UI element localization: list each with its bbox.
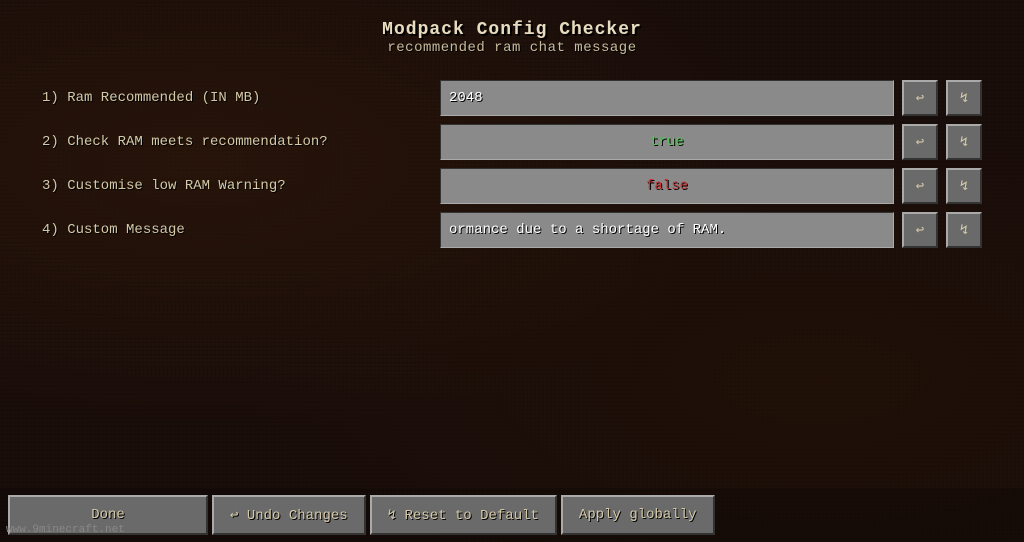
label-check-ram: 2) Check RAM meets recommendation? <box>42 134 432 150</box>
apply-globally-button[interactable]: Apply globally <box>561 495 715 535</box>
reset-btn-customise[interactable]: ↯ <box>946 168 982 204</box>
reset-btn-check[interactable]: ↯ <box>946 124 982 160</box>
label-ram-recommended: 1) Ram Recommended (IN MB) <box>42 90 432 106</box>
config-row-check-ram: 2) Check RAM meets recommendation? ↩ ↯ <box>42 124 982 160</box>
input-container-check <box>440 124 894 160</box>
undo-btn-message[interactable]: ↩ <box>902 212 938 248</box>
reset-btn-ram[interactable]: ↯ <box>946 80 982 116</box>
reset-icon: ↯ <box>960 222 968 239</box>
undo-icon: ↩ <box>916 222 924 239</box>
input-ram-recommended[interactable] <box>440 80 894 116</box>
page-title: Modpack Config Checker <box>382 20 642 40</box>
undo-btn-check[interactable]: ↩ <box>902 124 938 160</box>
config-row-customise: 3) Customise low RAM Warning? ↩ ↯ <box>42 168 982 204</box>
input-custom-message[interactable] <box>440 212 894 248</box>
undo-icon: ↩ <box>916 178 924 195</box>
config-row-message: 4) Custom Message ↩ ↯ <box>42 212 982 248</box>
input-customise[interactable] <box>440 168 894 204</box>
undo-btn-ram[interactable]: ↩ <box>902 80 938 116</box>
label-message: 4) Custom Message <box>42 222 432 238</box>
config-panel: 1) Ram Recommended (IN MB) ↩ ↯ 2) Check … <box>42 80 982 248</box>
reset-icon: ↯ <box>960 134 968 151</box>
input-container-message <box>440 212 894 248</box>
main-container: Modpack Config Checker recommended ram c… <box>0 0 1024 542</box>
input-container-ram <box>440 80 894 116</box>
reset-btn-message[interactable]: ↯ <box>946 212 982 248</box>
title-section: Modpack Config Checker recommended ram c… <box>382 20 642 56</box>
config-row-ram-recommended: 1) Ram Recommended (IN MB) ↩ ↯ <box>42 80 982 116</box>
undo-icon: ↩ <box>916 134 924 151</box>
watermark: www.9minecraft.net <box>6 524 125 536</box>
reset-default-button[interactable]: ↯ Reset to Default <box>370 495 557 535</box>
bottom-bar: Done ↩ Undo Changes ↯ Reset to Default A… <box>0 488 1024 542</box>
reset-icon: ↯ <box>960 178 968 195</box>
undo-changes-button[interactable]: ↩ Undo Changes <box>212 495 366 535</box>
page-subtitle: recommended ram chat message <box>382 40 642 56</box>
reset-icon: ↯ <box>960 90 968 107</box>
input-check-ram[interactable] <box>440 124 894 160</box>
undo-icon: ↩ <box>916 90 924 107</box>
input-container-customise <box>440 168 894 204</box>
undo-btn-customise[interactable]: ↩ <box>902 168 938 204</box>
label-customise: 3) Customise low RAM Warning? <box>42 178 432 194</box>
